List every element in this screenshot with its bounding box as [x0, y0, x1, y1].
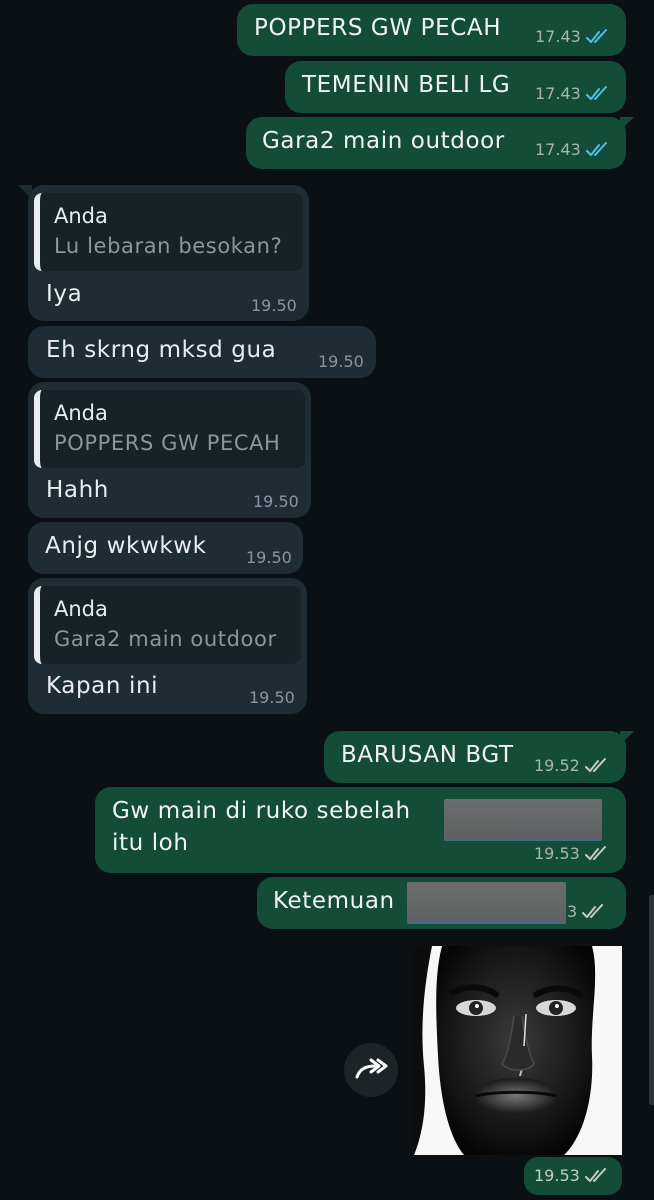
quoted-author: Anda: [54, 597, 108, 621]
redaction-block: [444, 799, 602, 841]
message-incoming[interactable]: Anjg wkwkwk 19.50: [28, 522, 303, 574]
message-time: 17.43: [535, 140, 581, 159]
quoted-message[interactable]: Anda Gara2 main outdoor: [34, 586, 301, 664]
message-time: 19.50: [251, 296, 297, 315]
message-meta: 17.43: [535, 141, 611, 159]
message-outgoing[interactable]: TEMENIN BELI LG 17.43: [285, 61, 626, 113]
message-outgoing[interactable]: Gara2 main outdoor 17.43: [246, 117, 634, 169]
message-time: 19.52: [534, 756, 580, 775]
message-outgoing[interactable]: BARUSAN BGT 19.52: [324, 731, 634, 783]
image-time-badge: 19.53: [524, 1157, 622, 1195]
crying-face-photo-icon: [414, 946, 622, 1155]
redaction-block: [407, 882, 566, 924]
message-outgoing[interactable]: Ketemuan 3: [257, 877, 626, 929]
delivered-ticks-icon: [584, 758, 606, 772]
message-meta: 19.50: [251, 297, 297, 315]
message-incoming[interactable]: Anda Gara2 main outdoor Kapan ini 19.50: [28, 578, 307, 714]
read-ticks-icon: [585, 29, 607, 43]
delivered-ticks-icon: [584, 1168, 606, 1182]
message-time: 3: [567, 902, 578, 921]
message-text: TEMENIN BELI LG: [302, 72, 511, 98]
message-time: 19.53: [534, 844, 580, 863]
message-outgoing[interactable]: POPPERS GW PECAH 17.43: [237, 4, 626, 56]
read-ticks-icon: [585, 86, 607, 100]
message-text: BARUSAN BGT: [341, 742, 514, 768]
message-incoming[interactable]: Anda POPPERS GW PECAH Hahh 19.50: [28, 382, 311, 518]
quoted-author: Anda: [54, 204, 108, 228]
scrollbar[interactable]: [649, 895, 654, 1105]
message-meta: 19.53: [534, 845, 610, 863]
message-text: Gara2 main outdoor: [262, 128, 505, 154]
forward-button[interactable]: [344, 1043, 398, 1097]
message-time: 19.50: [249, 688, 295, 707]
message-meta: 19.53: [534, 1167, 610, 1185]
message-text: Eh skrng mksd gua: [46, 337, 277, 363]
message-time: 19.53: [534, 1166, 580, 1185]
message-text-line1: Gw main di ruko sebelah: [112, 798, 411, 824]
message-outgoing[interactable]: Gw main di ruko sebelah itu loh 19.53: [95, 787, 626, 873]
message-text: Hahh: [46, 477, 109, 503]
forward-icon: [355, 1058, 388, 1079]
message-meta: 19.50: [249, 689, 295, 707]
message-text: POPPERS GW PECAH: [254, 15, 502, 41]
chat-screen: POPPERS GW PECAH 17.43 TEMENIN BELI LG 1…: [0, 0, 654, 1200]
quoted-message[interactable]: Anda Lu lebaran besokan?: [34, 193, 303, 271]
message-time: 17.43: [535, 27, 581, 46]
message-meta: 19.52: [534, 757, 610, 775]
quoted-text: POPPERS GW PECAH: [54, 431, 281, 455]
quoted-author: Anda: [54, 401, 108, 425]
message-meta: 17.43: [535, 28, 611, 46]
quoted-text: Gara2 main outdoor: [54, 627, 277, 651]
quoted-text: Lu lebaran besokan?: [54, 234, 283, 258]
read-ticks-icon: [585, 142, 607, 156]
message-incoming[interactable]: Eh skrng mksd gua 19.50: [28, 326, 376, 378]
message-text-line2: itu loh: [112, 830, 189, 856]
message-text: Ketemuan: [273, 888, 395, 914]
message-meta: 19.50: [253, 493, 299, 511]
message-time: 19.50: [318, 352, 364, 371]
quoted-message[interactable]: Anda POPPERS GW PECAH: [34, 390, 305, 468]
message-incoming[interactable]: Anda Lu lebaran besokan? Iya 19.50: [18, 185, 309, 321]
message-meta: 19.50: [246, 549, 292, 567]
message-time: 17.43: [535, 84, 581, 103]
message-meta: 19.50: [318, 353, 364, 371]
delivered-ticks-icon: [582, 904, 604, 918]
message-time: 19.50: [253, 492, 299, 511]
message-time: 19.50: [246, 548, 292, 567]
message-text: Anjg wkwkwk: [45, 533, 207, 559]
message-text: Kapan ini: [46, 673, 159, 699]
message-meta: 17.43: [535, 85, 611, 103]
message-text: Iya: [46, 281, 83, 307]
message-meta: 3: [567, 903, 607, 921]
image-message[interactable]: [414, 946, 622, 1155]
delivered-ticks-icon: [584, 846, 606, 860]
